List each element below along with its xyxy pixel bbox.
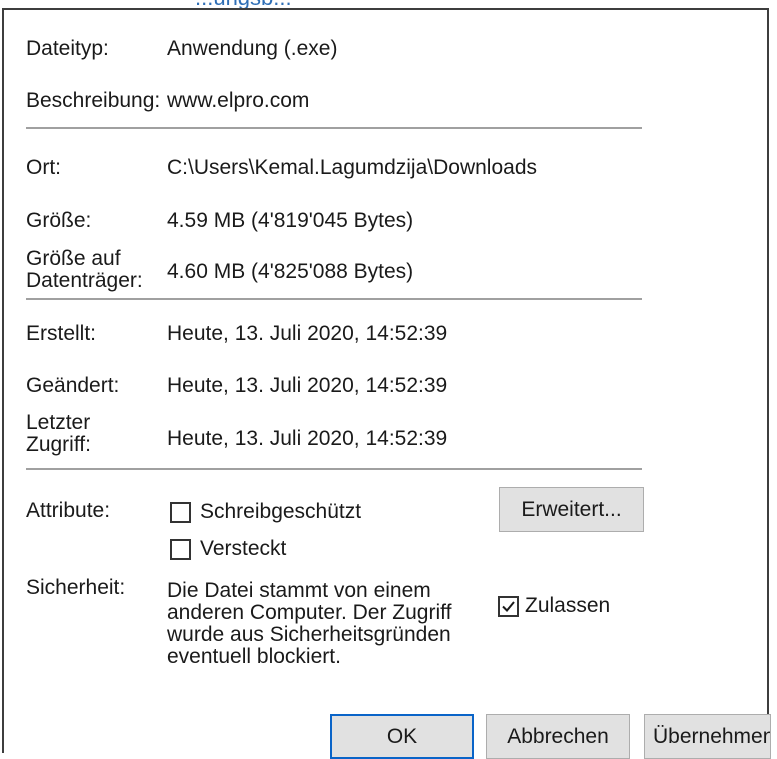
separator-1 — [26, 127, 642, 129]
modified-value: Heute, 13. Juli 2020, 14:52:39 — [167, 374, 448, 397]
attributes-label: Attribute: — [26, 499, 111, 522]
hidden-checkbox-label[interactable]: Versteckt — [200, 538, 286, 560]
created-value: Heute, 13. Juli 2020, 14:52:39 — [167, 322, 448, 345]
size-value: 4.59 MB (4'819'045 Bytes) — [167, 209, 414, 232]
security-warning-line3: wurde aus Sicherheitsgründen — [167, 623, 451, 646]
location-label: Ort: — [26, 156, 61, 179]
checkmark-icon — [502, 601, 515, 612]
security-warning-line2: anderen Computer. Der Zugriff — [167, 601, 452, 624]
security-warning-text: Die Datei stammt von einem anderen Compu… — [167, 580, 487, 668]
file-properties-dialog: Dateityp: Anwendung (.exe) Beschreibung:… — [2, 8, 771, 759]
location-value: C:\Users\Kemal.Lagumdzija\Downloads — [167, 156, 537, 179]
security-label: Sicherheit: — [26, 576, 126, 599]
readonly-checkbox[interactable] — [170, 502, 191, 523]
apply-button[interactable]: Übernehmen — [644, 714, 771, 759]
unblock-checkbox-label[interactable]: Zulassen — [525, 595, 610, 617]
size-label: Größe: — [26, 209, 92, 232]
accessed-label-line1: Letzter — [26, 411, 91, 434]
hidden-checkbox[interactable] — [170, 539, 191, 560]
cancel-button[interactable]: Abbrechen — [486, 714, 630, 759]
size-on-disk-label-line1: Größe auf — [26, 247, 121, 270]
accessed-label: Letzter Zugriff: — [26, 412, 91, 456]
security-warning-line4: eventuell blockiert. — [167, 645, 341, 668]
description-label: Beschreibung: — [26, 89, 161, 112]
separator-3 — [26, 468, 642, 470]
size-on-disk-value: 4.60 MB (4'825'088 Bytes) — [167, 260, 414, 283]
security-warning-line1: Die Datei stammt von einem — [167, 579, 431, 602]
readonly-checkbox-label[interactable]: Schreibgeschützt — [200, 501, 361, 523]
modified-label: Geändert: — [26, 374, 120, 397]
ok-button[interactable]: OK — [330, 714, 474, 759]
created-label: Erstellt: — [26, 322, 97, 345]
size-on-disk-label: Größe auf Datenträger: — [26, 248, 143, 292]
file-type-label: Dateityp: — [26, 37, 109, 60]
accessed-value: Heute, 13. Juli 2020, 14:52:39 — [167, 427, 448, 450]
unblock-checkbox[interactable] — [498, 596, 519, 617]
description-value: www.elpro.com — [167, 89, 310, 112]
file-type-value: Anwendung (.exe) — [167, 37, 338, 60]
separator-2 — [26, 298, 642, 300]
size-on-disk-label-line2: Datenträger: — [26, 269, 143, 292]
accessed-label-line2: Zugriff: — [26, 433, 91, 456]
advanced-attributes-button[interactable]: Erweitert... — [499, 487, 644, 532]
